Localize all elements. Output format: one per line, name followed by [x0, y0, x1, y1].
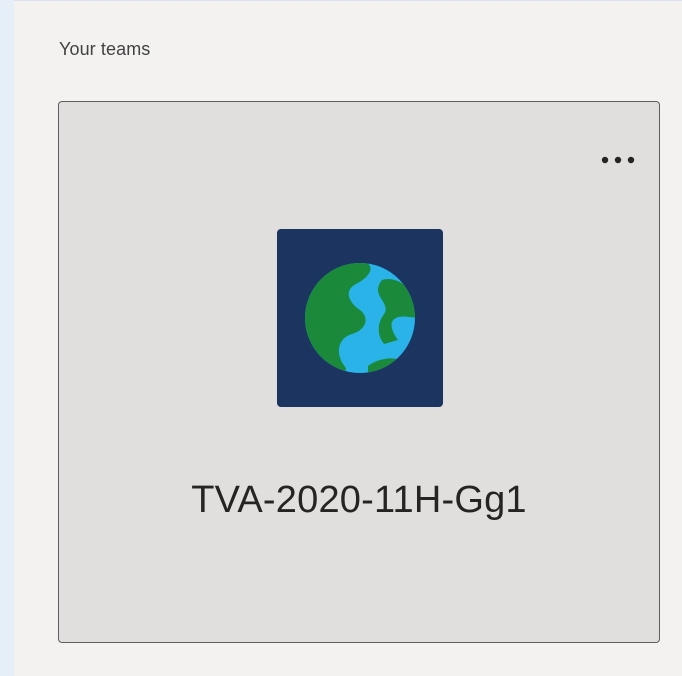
team-name: TVA-2020-11H-Gg1 [191, 479, 527, 521]
team-card[interactable]: TVA-2020-11H-Gg1 [58, 101, 660, 643]
more-options-button[interactable] [595, 142, 641, 178]
teams-panel: Your teams TVA-2020-11H-Gg1 [14, 0, 682, 676]
section-title: Your teams [59, 39, 151, 59]
team-avatar [277, 229, 443, 407]
globe-icon [305, 263, 415, 373]
more-options-icon [601, 156, 635, 164]
